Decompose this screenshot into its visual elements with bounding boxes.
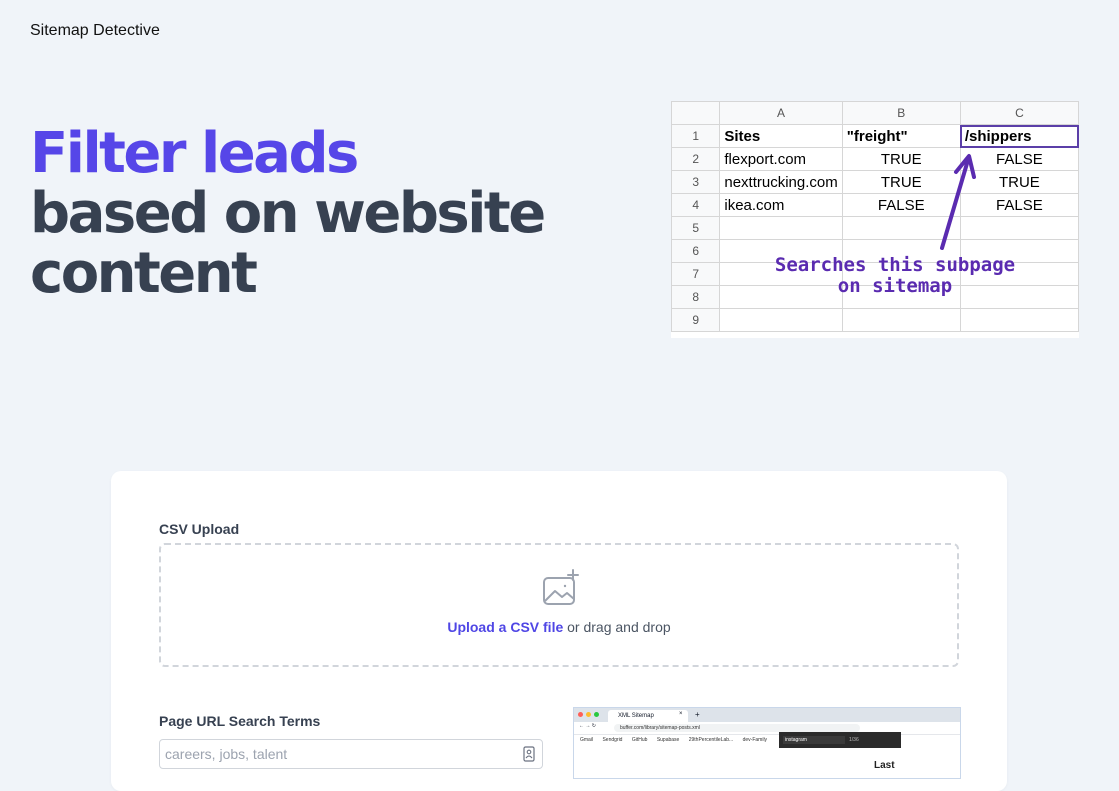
sheet-cell xyxy=(719,308,843,332)
bookmark-item: dev-Family xyxy=(742,737,768,743)
close-dot-icon xyxy=(578,712,583,717)
hero-line-3: content xyxy=(30,241,258,306)
sheet-row-number: 3 xyxy=(671,170,721,194)
annotation-line-2: on sitemap xyxy=(837,275,953,297)
find-bar: instagram 1/36 xyxy=(779,732,901,748)
sheet-cell xyxy=(719,216,843,240)
sheet-col-header: C xyxy=(959,101,1079,125)
sheet-row: 5 xyxy=(671,216,1079,240)
bookmark-item: GitHub xyxy=(631,737,648,743)
search-terms-label: Page URL Search Terms xyxy=(159,713,321,729)
sheet-row-number: 4 xyxy=(671,193,721,217)
sheet-cell xyxy=(959,308,1079,332)
sheet-column-headers: A B C xyxy=(671,101,1079,125)
hero-line-1: Filter leads xyxy=(30,121,359,186)
contact-card-icon[interactable] xyxy=(523,746,535,762)
find-count: 1/36 xyxy=(849,737,859,743)
bookmark-item: Sendgrid xyxy=(602,737,623,743)
bookmark-item: 29thPercentileLab... xyxy=(688,737,734,743)
sheet-row-number: 2 xyxy=(671,147,721,171)
bookmark-item: Supabase xyxy=(656,737,680,743)
browser-url: buffer.com/library/sitemap-posts.xml xyxy=(614,724,860,732)
sheet-row: 9 xyxy=(671,308,1079,332)
sheet-row: 1 Sites "freight" /shippers xyxy=(671,124,1079,148)
annotation-arrow-icon xyxy=(940,154,976,250)
annotation-line-1: Searches this subpage xyxy=(774,254,1016,276)
browser-screenshot-preview: XML Sitemap × + ← → ↻ buffer.com/library… xyxy=(573,707,961,779)
minimize-dot-icon xyxy=(586,712,591,717)
find-query: instagram xyxy=(783,736,845,744)
sheet-cell: "freight" xyxy=(841,124,961,148)
sheet-cell: flexport.com xyxy=(719,147,843,171)
search-terms-input[interactable] xyxy=(159,739,543,769)
image-plus-icon xyxy=(543,569,579,605)
hero-line-2: based on website xyxy=(30,181,546,246)
sheet-cell xyxy=(841,308,961,332)
sheet-corner xyxy=(671,101,721,125)
sheet-row: 4 ikea.com FALSE FALSE xyxy=(671,193,1079,217)
csv-upload-label: CSV Upload xyxy=(159,521,240,537)
sheet-row-number: 5 xyxy=(671,216,721,240)
nav-arrows-icon: ← → ↻ xyxy=(579,723,596,729)
browser-address-bar: ← → ↻ buffer.com/library/sitemap-posts.x… xyxy=(574,722,960,735)
spreadsheet-example: A B C 1 Sites "freight" /shippers 2 flex… xyxy=(671,101,1079,338)
hero-heading: Filter leads based on website content xyxy=(30,121,546,306)
sheet-row-number: 9 xyxy=(671,308,721,332)
sheet-col-header: B xyxy=(841,101,961,125)
sheet-annotation: Searches this subpage on sitemap xyxy=(740,255,1050,297)
sheet-row: 2 flexport.com TRUE FALSE xyxy=(671,147,1079,171)
sheet-row-number: 1 xyxy=(671,124,721,148)
upload-csv-link[interactable]: Upload a CSV file xyxy=(447,619,563,635)
sheet-cell: nexttrucking.com xyxy=(719,170,843,194)
brand-name[interactable]: Sitemap Detective xyxy=(30,22,160,40)
sheet-col-header: A xyxy=(719,101,843,125)
browser-tabbar: XML Sitemap × + xyxy=(574,708,960,722)
sheet-row: 3 nexttrucking.com TRUE TRUE xyxy=(671,170,1079,194)
sheet-cell-selected: /shippers xyxy=(959,124,1079,148)
csv-dropzone[interactable]: Upload a CSV file or drag and drop xyxy=(159,543,959,667)
upload-card: CSV Upload Upload a CSV file or drag and… xyxy=(111,471,1007,791)
browser-tab: XML Sitemap xyxy=(608,710,688,722)
drag-drop-text: or drag and drop xyxy=(563,619,671,635)
bookmarks-bar: Gmail Sendgrid GitHub Supabase 29thPerce… xyxy=(574,735,960,745)
tab-close-icon: × xyxy=(679,711,683,717)
bookmark-item: Gmail xyxy=(580,737,594,743)
new-tab-icon: + xyxy=(695,710,700,719)
maximize-dot-icon xyxy=(594,712,599,717)
sheet-row-number: 7 xyxy=(671,262,721,286)
sheet-row-number: 8 xyxy=(671,285,721,309)
sheet-cell: Sites xyxy=(719,124,843,148)
sheet-cell: ikea.com xyxy=(719,193,843,217)
upload-instructions: Upload a CSV file or drag and drop xyxy=(161,619,957,635)
sheet-row-number: 6 xyxy=(671,239,721,263)
